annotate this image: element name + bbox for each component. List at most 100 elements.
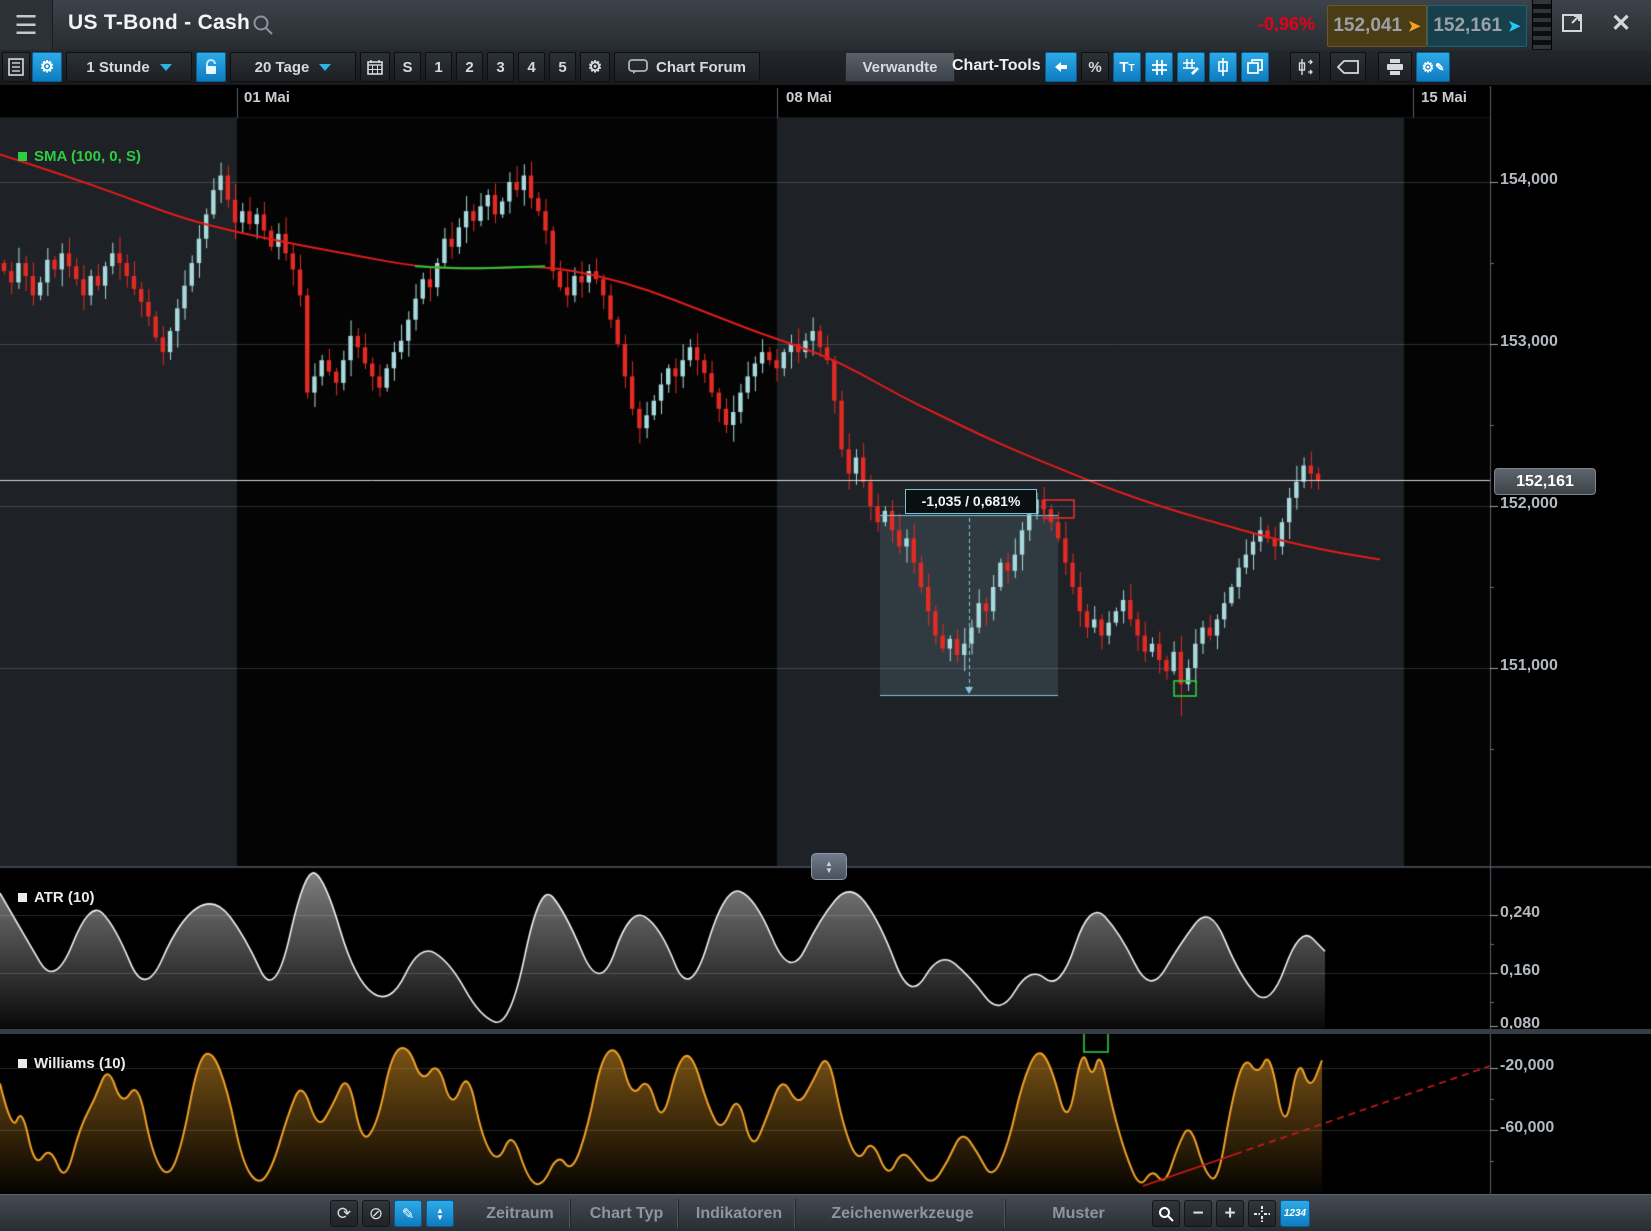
search-icon[interactable] <box>252 14 274 36</box>
range-value: 20 Tage <box>255 59 310 76</box>
bottom-menu-chart-typ[interactable]: Chart Typ <box>575 1200 678 1227</box>
bottom-menu-muster[interactable]: Muster <box>1010 1200 1147 1227</box>
williams-legend[interactable]: Williams (10) <box>18 1055 126 1072</box>
sma-legend-label: SMA (100, 0, S) <box>34 148 141 165</box>
text-tool-label: T <box>1119 59 1128 76</box>
bid-price: 152,041 <box>1333 15 1402 37</box>
resize-down-icon: ▼ <box>825 867 833 874</box>
interval-value: 1 Stunde <box>86 59 149 76</box>
settings-gear-icon[interactable]: ⚙ <box>32 52 62 82</box>
separator <box>794 1199 796 1228</box>
chart-tools-label: Chart-Tools <box>952 57 1041 75</box>
candles-5-button[interactable]: 5 <box>549 52 576 82</box>
ask-price-button[interactable]: 152,161 ➤︎ <box>1427 5 1527 47</box>
chevron-down-icon <box>319 64 331 71</box>
price-label-icon[interactable] <box>1330 52 1366 82</box>
axis-label: 0,240 <box>1500 904 1540 922</box>
calendar-icon[interactable] <box>360 52 390 82</box>
window-restore-icon[interactable] <box>1560 10 1594 40</box>
percent-scale-button[interactable]: % <box>1081 52 1109 82</box>
sma-legend-swatch <box>18 152 27 161</box>
trading-app-window: { "title_bar": { "title": "US T-Bond - C… <box>0 0 1651 1231</box>
sma-legend[interactable]: SMA (100, 0, S) <box>18 148 141 165</box>
disable-drawing-icon[interactable]: ⊘ <box>362 1200 390 1227</box>
bid-down-arrow-icon: ➤︎ <box>1408 17 1421 35</box>
print-icon[interactable] <box>1378 52 1412 82</box>
chart-toolbar: ⚙ 1 Stunde 20 Tage S12345 ⚙ Chart Forum … <box>0 50 1651 86</box>
candles-1-button[interactable]: 1 <box>425 52 452 82</box>
williams-legend-label: Williams (10) <box>34 1055 126 1072</box>
atr-legend[interactable]: ATR (10) <box>18 889 95 906</box>
axis-label: 154,000 <box>1500 171 1558 189</box>
axis-label: 152,000 <box>1500 495 1558 513</box>
range-dropdown[interactable]: 20 Tage <box>230 52 356 82</box>
verwandte-button[interactable]: Verwandte <box>845 52 955 82</box>
bottom-menu-zeichenwerkzeuge[interactable]: Zeichenwerkzeuge <box>800 1200 1005 1227</box>
atr-legend-label: ATR (10) <box>34 889 95 906</box>
down-triangle: ▼ <box>436 1214 444 1221</box>
zoom-out-icon[interactable]: − <box>1184 1200 1212 1227</box>
refresh-icon[interactable]: ⟳ <box>330 1200 358 1227</box>
crosshair-icon[interactable] <box>1248 1200 1276 1227</box>
ask-price: 152,161 <box>1433 15 1502 37</box>
chart-forum-label: Chart Forum <box>656 59 746 76</box>
speech-bubble-icon <box>628 59 648 75</box>
candle-type-icon[interactable] <box>1209 52 1237 82</box>
panel-resize-handle[interactable]: ▲ ▼ <box>811 853 847 880</box>
verwandte-label: Verwandte <box>862 59 937 76</box>
reorder-panels-icon[interactable]: ▲▼ <box>426 1200 454 1227</box>
date-label: 01 Mai <box>244 89 290 106</box>
data-values-button[interactable]: 1234 <box>1280 1200 1310 1227</box>
separator <box>677 1199 679 1228</box>
windows-layout-icon[interactable] <box>1241 52 1269 82</box>
atr-legend-swatch <box>18 893 27 902</box>
axis-label: 0,160 <box>1500 962 1540 980</box>
instrument-title: US T-Bond - Cash <box>68 11 250 35</box>
candles-4-button[interactable]: 4 <box>518 52 545 82</box>
close-icon[interactable]: ✕ <box>1604 8 1638 40</box>
change-percent: -0,96% <box>1235 14 1315 35</box>
lock-icon[interactable] <box>196 52 226 82</box>
bid-price-button[interactable]: 152,041 ➤︎ <box>1327 5 1427 47</box>
measure-tooltip: -1,035 / 0,681% <box>905 489 1037 514</box>
date-label: 08 Mai <box>786 89 832 106</box>
bottom-toolbar: ⟳ ⊘ ✎ ▲▼ ZeitraumChart TypIndikatorenZei… <box>0 1194 1651 1231</box>
interval-dropdown[interactable]: 1 Stunde <box>66 52 192 82</box>
candles-s-button[interactable]: S <box>394 52 421 82</box>
text-tool-label-small: T <box>1129 63 1135 74</box>
date-label: 15 Mai <box>1421 89 1467 106</box>
axis-label: -60,000 <box>1500 1119 1554 1137</box>
pattern-scan-icon[interactable] <box>1290 52 1320 82</box>
grid-edit-icon[interactable] <box>1177 52 1205 82</box>
draw-pencil-icon[interactable]: ✎ <box>394 1200 422 1227</box>
axis-label: 151,000 <box>1500 657 1558 675</box>
chart-settings-gear-icon[interactable]: ⚙ <box>580 52 610 82</box>
candles-2-button[interactable]: 2 <box>456 52 483 82</box>
grid-toggle-icon[interactable] <box>1145 52 1173 82</box>
collapse-tools-arrow-icon[interactable] <box>1045 52 1077 82</box>
panel-divider[interactable] <box>0 1029 1651 1034</box>
zoom-in-icon[interactable]: + <box>1216 1200 1244 1227</box>
axis-label: -20,000 <box>1500 1057 1554 1075</box>
bottom-menu-zeitraum[interactable]: Zeitraum <box>470 1200 570 1227</box>
text-tool-button[interactable]: TT <box>1113 52 1141 82</box>
chart-forum-button[interactable]: Chart Forum <box>614 52 760 82</box>
separator <box>1004 1199 1006 1228</box>
chart-settings-edit-icon[interactable]: ⚙✎ <box>1416 52 1450 82</box>
title-bar: ☰ US T-Bond - Cash -0,96% 152,041 ➤︎ 152… <box>0 0 1651 51</box>
separator <box>569 1199 571 1228</box>
candles-3-button[interactable]: 3 <box>487 52 514 82</box>
bottom-menu-indikatoren[interactable]: Indikatoren <box>683 1200 795 1227</box>
ask-up-arrow-icon: ➤︎ <box>1508 17 1521 35</box>
williams-legend-swatch <box>18 1059 27 1068</box>
chevron-down-icon <box>160 64 172 71</box>
watchlist-icon[interactable] <box>2 52 30 82</box>
window-grip <box>1532 0 1552 50</box>
data-values-label: 1234 <box>1284 1208 1306 1219</box>
current-price-badge: 152,161 <box>1494 468 1596 495</box>
axis-label: 153,000 <box>1500 333 1558 351</box>
zoom-tool-icon[interactable] <box>1152 1200 1180 1227</box>
menu-icon[interactable]: ☰ <box>0 0 53 50</box>
chart-canvas[interactable] <box>0 0 1651 1231</box>
percent-label: % <box>1088 59 1101 76</box>
